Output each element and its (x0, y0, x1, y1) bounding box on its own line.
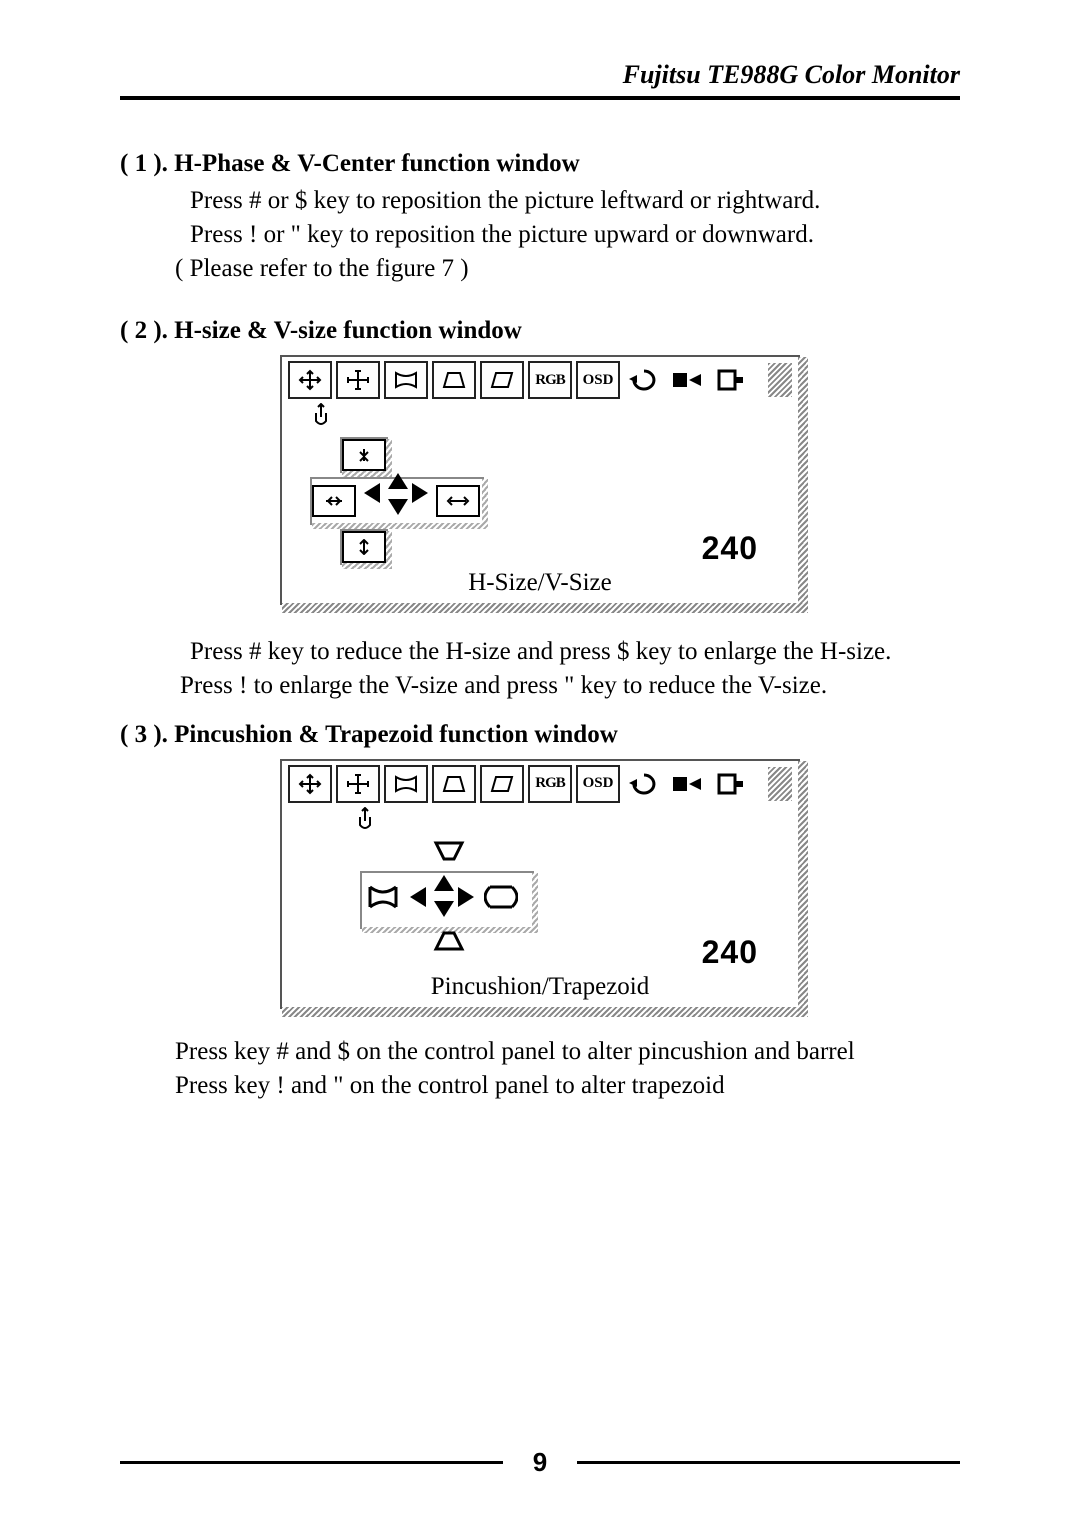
right-arrow-icon[interactable] (458, 887, 474, 907)
trapezoid-down-icon (432, 839, 466, 869)
osd-caption: Pincushion/Trapezoid (282, 973, 798, 1001)
osd-window-size: RGB OSD (280, 355, 800, 605)
osd-value: 240 (702, 934, 758, 971)
left-arrow-icon[interactable] (410, 887, 426, 907)
section-2-line-2: Press ! to enlarge the V-size and press … (180, 669, 960, 703)
footer-rule-right (577, 1461, 960, 1464)
trapezoid-icon[interactable] (432, 765, 476, 803)
section-3-heading: ( 3 ). Pincushion & Trapezoid function w… (120, 721, 960, 749)
geometry-control-cluster (362, 845, 552, 965)
v-size-enlarge-icon (342, 531, 386, 563)
osd-icon[interactable]: OSD (576, 361, 620, 399)
section-1-heading: ( 1 ). H-Phase & V-Center function windo… (120, 150, 960, 178)
section-1-line-2: Press ! or " key to reposition the pictu… (190, 218, 960, 252)
section-1-line-3: ( Please refer to the figure 7 ) (175, 252, 960, 286)
trapezoid-up-icon (432, 929, 466, 959)
section-1-line-1: Press # or $ key to reposition the pictu… (190, 184, 960, 218)
down-arrow-icon[interactable] (434, 901, 454, 917)
osd-menu-row-2: RGB OSD (282, 761, 798, 805)
osd-hatch-edge (768, 363, 792, 397)
header-title: Fujitsu TE988G Color Monitor (120, 60, 960, 90)
figure-pincushion-trapezoid: RGB OSD (120, 759, 960, 1009)
footer-rule-left (120, 1461, 503, 1464)
rgb-icon[interactable]: RGB (528, 765, 572, 803)
figure-hsize-vsize: RGB OSD (120, 355, 960, 605)
up-arrow-icon[interactable] (434, 875, 454, 891)
h-size-shrink-icon (312, 485, 356, 517)
rgb-icon[interactable]: RGB (528, 361, 572, 399)
pincushion-in-icon (366, 883, 400, 917)
section-2-heading: ( 2 ). H-size & V-size function window (120, 317, 960, 345)
left-arrow-icon[interactable] (364, 483, 380, 503)
degauss-icon[interactable] (624, 363, 664, 397)
parallelogram-icon[interactable] (480, 361, 524, 399)
barrel-icon (484, 883, 518, 917)
up-arrow-icon[interactable] (388, 473, 408, 489)
pointer-icon (354, 807, 798, 837)
osd-icon[interactable]: OSD (576, 765, 620, 803)
position-icon[interactable] (288, 361, 332, 399)
v-size-shrink-icon (342, 439, 386, 471)
position-icon[interactable] (288, 765, 332, 803)
osd-window-geometry: RGB OSD (280, 759, 800, 1009)
down-arrow-icon[interactable] (388, 499, 408, 515)
page-number: 9 (533, 1447, 547, 1478)
size-icon[interactable] (336, 765, 380, 803)
exit-icon[interactable] (712, 767, 752, 801)
exit-icon[interactable] (712, 363, 752, 397)
osd-menu-row: RGB OSD (282, 357, 798, 401)
page-footer: 9 (120, 1447, 960, 1478)
trapezoid-icon[interactable] (432, 361, 476, 399)
recall-icon[interactable] (668, 767, 708, 801)
osd-value: 240 (702, 530, 758, 567)
osd-caption: H-Size/V-Size (282, 569, 798, 597)
header-rule (120, 96, 960, 100)
section-3-line-2: Press key ! and " on the control panel t… (175, 1069, 960, 1103)
pincushion-icon[interactable] (384, 361, 428, 399)
section-3-line-1: Press key # and $ on the control panel t… (175, 1035, 960, 1069)
section-2-line-1: Press # key to reduce the H-size and pre… (190, 635, 960, 669)
right-arrow-icon[interactable] (412, 483, 428, 503)
degauss-icon[interactable] (624, 767, 664, 801)
size-icon[interactable] (336, 361, 380, 399)
pointer-icon (310, 403, 798, 433)
size-control-cluster (312, 441, 502, 561)
parallelogram-icon[interactable] (480, 765, 524, 803)
osd-hatch-edge (768, 767, 792, 801)
h-size-enlarge-icon (436, 485, 480, 517)
recall-icon[interactable] (668, 363, 708, 397)
pincushion-icon[interactable] (384, 765, 428, 803)
